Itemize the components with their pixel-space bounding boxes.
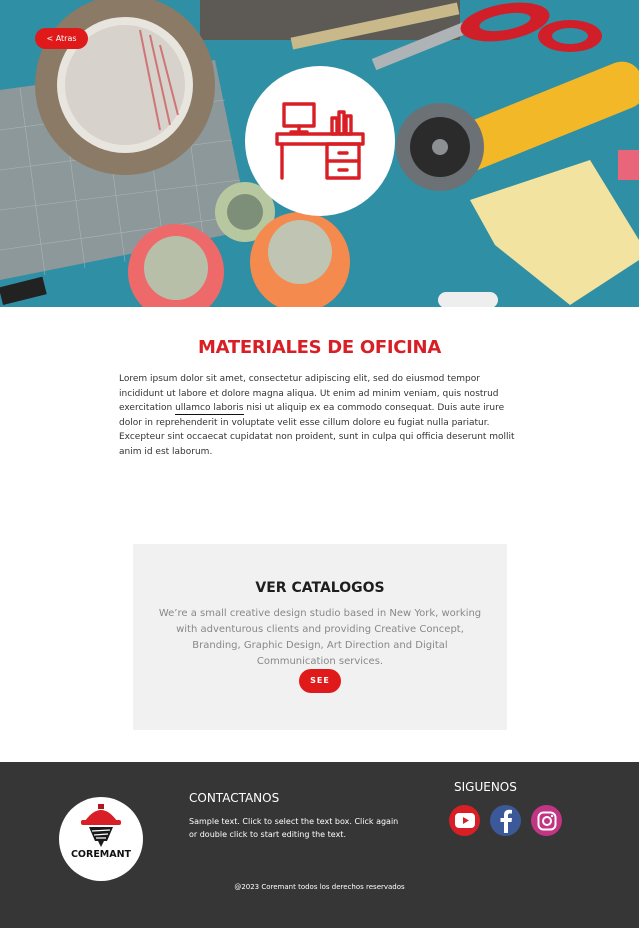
contact-title: CONTACTANOS — [189, 791, 280, 805]
category-icon-badge — [245, 66, 395, 216]
youtube-icon — [454, 813, 475, 828]
see-button[interactable]: SEE — [299, 669, 341, 693]
follow-title: SIGUENOS — [454, 780, 517, 794]
instagram-button[interactable] — [531, 805, 562, 836]
page-title: MATERIALES DE OFICINA — [198, 337, 441, 358]
coremant-logo: COREMANT — [59, 797, 143, 881]
youtube-button[interactable] — [449, 805, 480, 836]
copyright-text: @2023 Coremant todos los derechos reserv… — [234, 883, 405, 891]
facebook-button[interactable] — [490, 805, 521, 836]
catalog-description: We’re a small creative design studio bas… — [158, 608, 482, 667]
facebook-icon — [500, 809, 512, 833]
contact-text: Sample text. Click to select the text bo… — [189, 817, 399, 839]
helmet-drill-icon — [81, 804, 121, 847]
catalog-card: VER CATALOGOS We’re a small creative des… — [133, 544, 507, 730]
desk-icon — [275, 102, 365, 180]
catalog-title: VER CATALOGOS — [255, 580, 385, 596]
description-link[interactable]: ullamco laboris — [175, 403, 244, 416]
logo-text: COREMANT — [70, 849, 132, 860]
description-text: Lorem ipsum dolor sit amet, consectetur … — [119, 372, 524, 460]
instagram-icon — [537, 811, 556, 830]
back-button[interactable]: < Atras — [35, 28, 88, 49]
footer: COREMANT CONTACTANOS Sample text. Click … — [0, 762, 639, 928]
hero-banner: < Atras — [0, 0, 639, 307]
